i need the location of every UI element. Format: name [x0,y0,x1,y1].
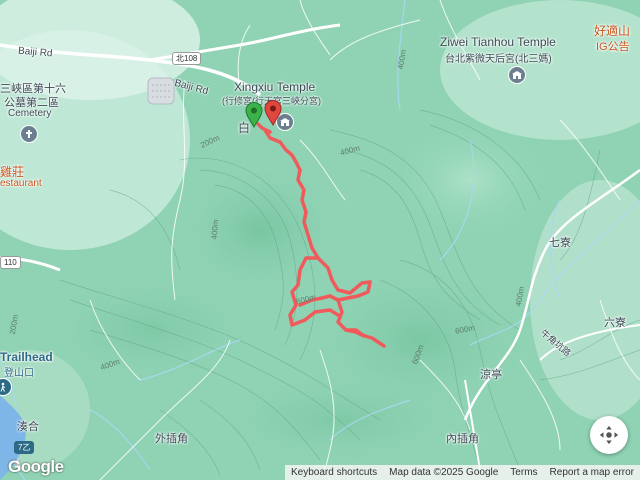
road-badge-n108: 北108 [172,52,202,65]
cemetery-en-label[interactable]: Cemetery [8,108,51,119]
xingxiu-temple-label[interactable]: Xingxiu Temple [234,80,315,94]
road-badge-7z: 7乙 [14,441,35,454]
cemetery-blocks [147,77,175,105]
temple-icon[interactable] [508,66,526,84]
liangting-label[interactable]: 涼亭 [480,366,502,382]
map-data-attribution: Map data ©2025 Google [389,467,499,478]
ziwei-temple-zh-label[interactable]: 台北紫微天后宮(北三媽) [445,50,552,65]
cemetery-glyph-icon [26,130,32,138]
liuliao-label[interactable]: 六寮 [604,314,626,330]
trailhead-zh-label[interactable]: 登山口 [4,364,34,379]
terms-link[interactable]: Terms [504,467,543,478]
report-error-link[interactable]: Report a map error [544,467,640,478]
map-footer: Keyboard shortcuts Map data ©2025 Google… [285,465,640,480]
couhe-label[interactable]: 湊合 [17,418,39,434]
map-canvas[interactable] [0,0,640,480]
restaurant-en-label[interactable]: estaurant [0,178,42,189]
trailhead-label[interactable]: Trailhead [0,350,53,364]
waichajiao-label[interactable]: 外插角 [155,430,188,446]
end-marker-icon[interactable] [264,100,282,127]
ziwei-temple-label[interactable]: Ziwei Tianhou Temple [440,35,556,49]
neichajiao-label[interactable]: 內插角 [446,430,479,446]
start-marker-icon[interactable] [245,102,263,129]
keyboard-shortcuts-link[interactable]: Keyboard shortcuts [285,467,383,478]
road-badge-110: 110 [0,256,21,269]
cemetery-icon[interactable] [20,125,38,143]
corner-label-2[interactable]: IG公告 [596,38,630,54]
contour-label: 400m [209,219,221,240]
google-logo[interactable]: Google [8,457,64,477]
recenter-button[interactable] [590,416,628,454]
qiliao-label[interactable]: 七寮 [549,234,571,250]
hiker-icon [0,382,6,392]
recenter-icon [599,425,619,445]
corner-label-1[interactable]: 好適山 [594,22,630,39]
temple-glyph-icon [512,71,522,79]
